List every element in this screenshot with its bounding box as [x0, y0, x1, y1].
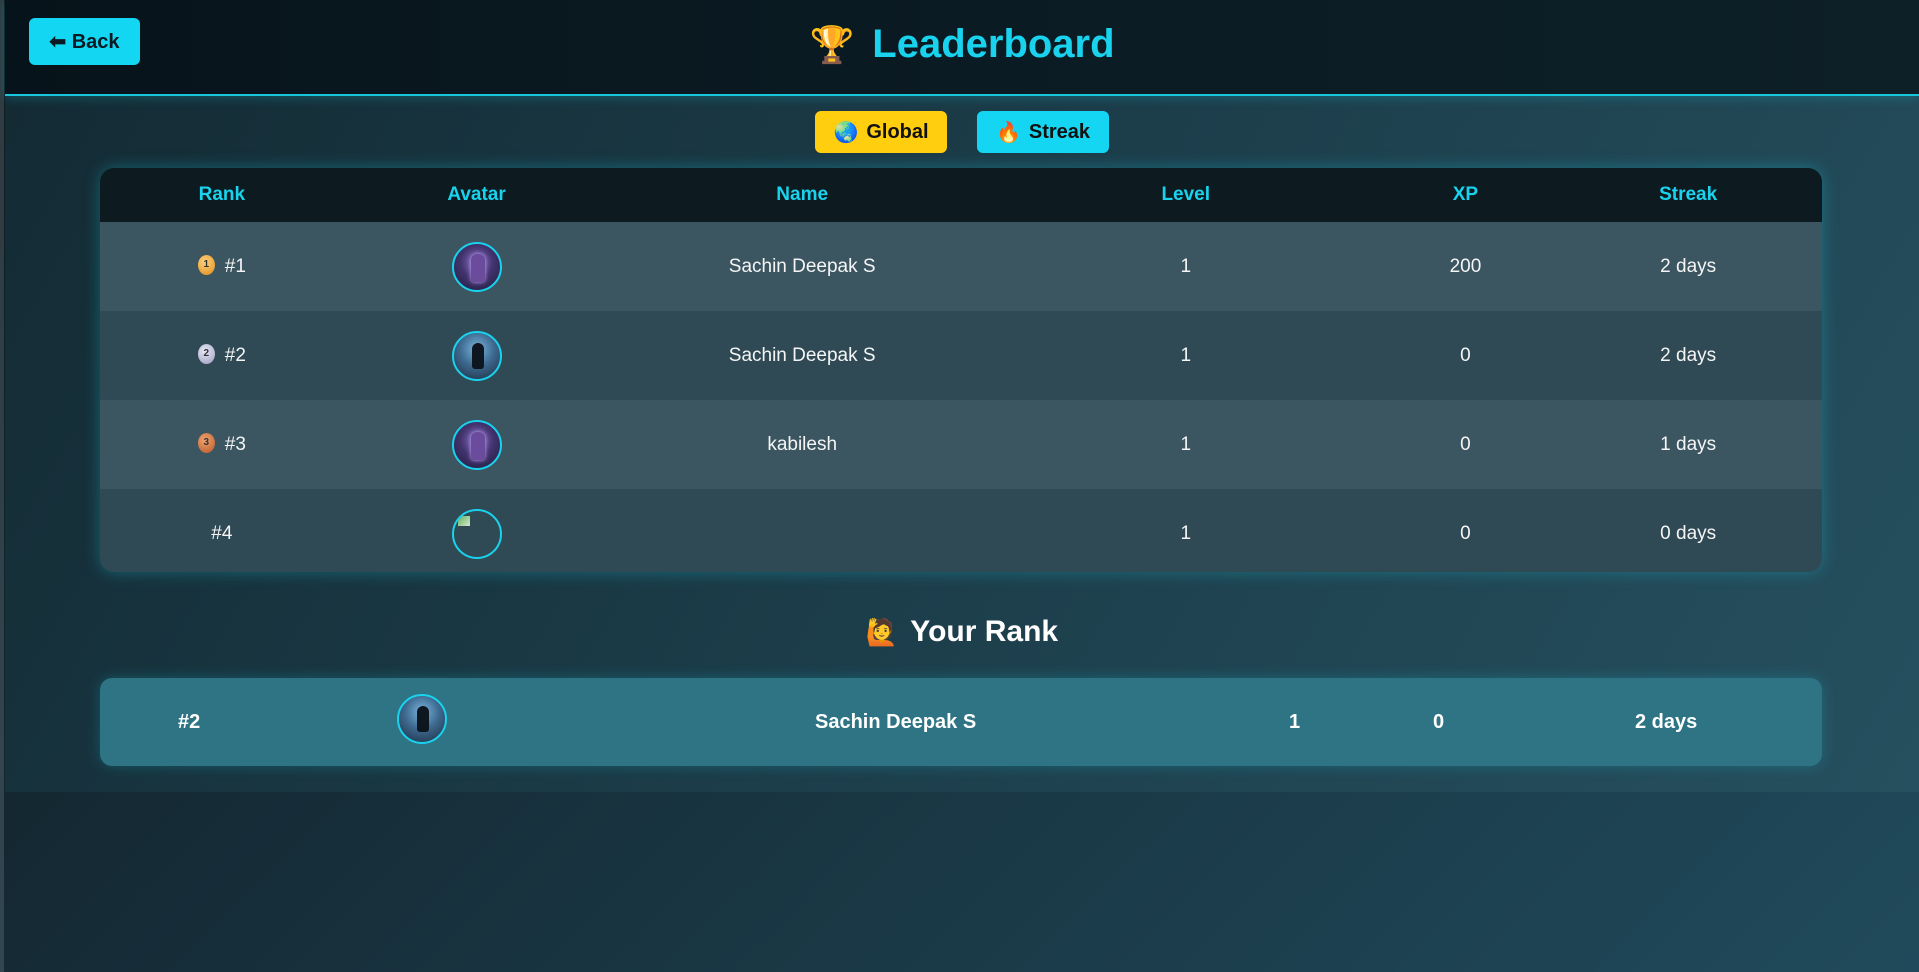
trophy-icon: 🏆: [809, 24, 855, 65]
rank-cell: #4: [100, 523, 344, 545]
table-row[interactable]: #4 1 0 0 days: [100, 489, 1822, 572]
rank-value: #2: [224, 344, 246, 366]
avatar[interactable]: [451, 241, 502, 292]
page-title-text: Leaderboard: [872, 22, 1115, 66]
streak-cell: 1 days: [1660, 433, 1717, 455]
level-cell: 1: [1180, 255, 1192, 277]
fire-icon: 🔥: [995, 121, 1021, 144]
table-row[interactable]: 3 #3 kabilesh 1 0 1 days: [100, 400, 1822, 489]
rank-cell: 3 #3: [100, 433, 344, 456]
rank-cell: 1 #1: [100, 255, 344, 278]
rank-cell: 2 #2: [100, 344, 344, 367]
rank-value: #4: [211, 522, 233, 544]
name-cell: Sachin Deepak S: [728, 344, 876, 366]
column-header-xp[interactable]: XP: [1377, 184, 1555, 206]
gold-medal-icon: 1: [197, 255, 215, 276]
avatar-cell: [344, 330, 610, 381]
streak-cell: 0 days: [1660, 522, 1717, 544]
xp-cell: 0: [1460, 522, 1471, 544]
avatar[interactable]: [451, 330, 502, 381]
globe-icon: 🌏: [833, 121, 859, 144]
tab-streak-label: Streak: [1028, 120, 1091, 143]
window-edge: [0, 0, 4, 972]
column-header-streak[interactable]: Streak: [1554, 184, 1822, 206]
name-cell: kabilesh: [767, 433, 838, 455]
your-rank-card[interactable]: #2 Sachin Deepak S 1 0 2 days: [100, 678, 1822, 766]
column-header-avatar[interactable]: Avatar: [344, 184, 610, 206]
page-title: 🏆 Leaderboard: [5, 22, 1919, 67]
your-rank-name: Sachin Deepak S: [815, 711, 977, 733]
avatar[interactable]: [397, 694, 447, 744]
tab-streak[interactable]: 🔥 Streak: [977, 111, 1109, 153]
avatar-cell: [344, 508, 610, 559]
your-rank-value: #2: [178, 711, 201, 733]
level-cell: 1: [1180, 433, 1192, 455]
avatar-cell: [344, 419, 610, 470]
header-bar: ⬅ Back 🏆 Leaderboard: [5, 0, 1919, 96]
bronze-medal-icon: 3: [197, 433, 215, 454]
your-rank-title-text: Your Rank: [910, 615, 1059, 648]
leaderboard-page: ⬅ Back 🏆 Leaderboard 🌏 Global 🔥 Streak Ra…: [5, 0, 1919, 792]
level-cell: 1: [1180, 344, 1192, 366]
your-rank-streak: 2 days: [1635, 711, 1698, 733]
xp-cell: 200: [1449, 255, 1482, 277]
xp-cell: 0: [1460, 344, 1471, 366]
table-header: Rank Avatar Name Level XP Streak: [100, 168, 1822, 222]
streak-cell: 2 days: [1660, 344, 1717, 366]
tab-global[interactable]: 🌏 Global: [815, 111, 947, 153]
streak-cell: 2 days: [1660, 255, 1717, 277]
column-header-level[interactable]: Level: [995, 184, 1377, 206]
table-row[interactable]: 2 #2 Sachin Deepak S 1 0 2 days: [100, 311, 1822, 400]
silver-medal-icon: 2: [197, 344, 215, 365]
level-cell: 1: [1180, 522, 1192, 544]
your-rank-level: 1: [1289, 711, 1301, 733]
leaderboard-tabs: 🌏 Global 🔥 Streak: [5, 111, 1919, 153]
name-cell: Sachin Deepak S: [728, 255, 876, 277]
avatar[interactable]: [451, 419, 502, 470]
your-rank-heading: 🙋 Your Rank: [5, 615, 1919, 649]
your-rank-xp: 0: [1433, 711, 1445, 733]
column-header-rank[interactable]: Rank: [100, 184, 344, 206]
leaderboard-table: Rank Avatar Name Level XP Streak 1 #1 Sac…: [100, 168, 1822, 572]
broken-image-icon[interactable]: [451, 508, 502, 559]
xp-cell: 0: [1460, 433, 1471, 455]
rank-value: #1: [224, 255, 246, 277]
table-row[interactable]: 1 #1 Sachin Deepak S 1 200 2 days: [100, 222, 1822, 311]
tab-global-label: Global: [866, 120, 929, 143]
rank-value: #3: [224, 433, 246, 455]
column-header-name[interactable]: Name: [609, 184, 995, 206]
avatar-cell: [344, 241, 610, 292]
raised-hand-icon: 🙋: [865, 617, 899, 647]
